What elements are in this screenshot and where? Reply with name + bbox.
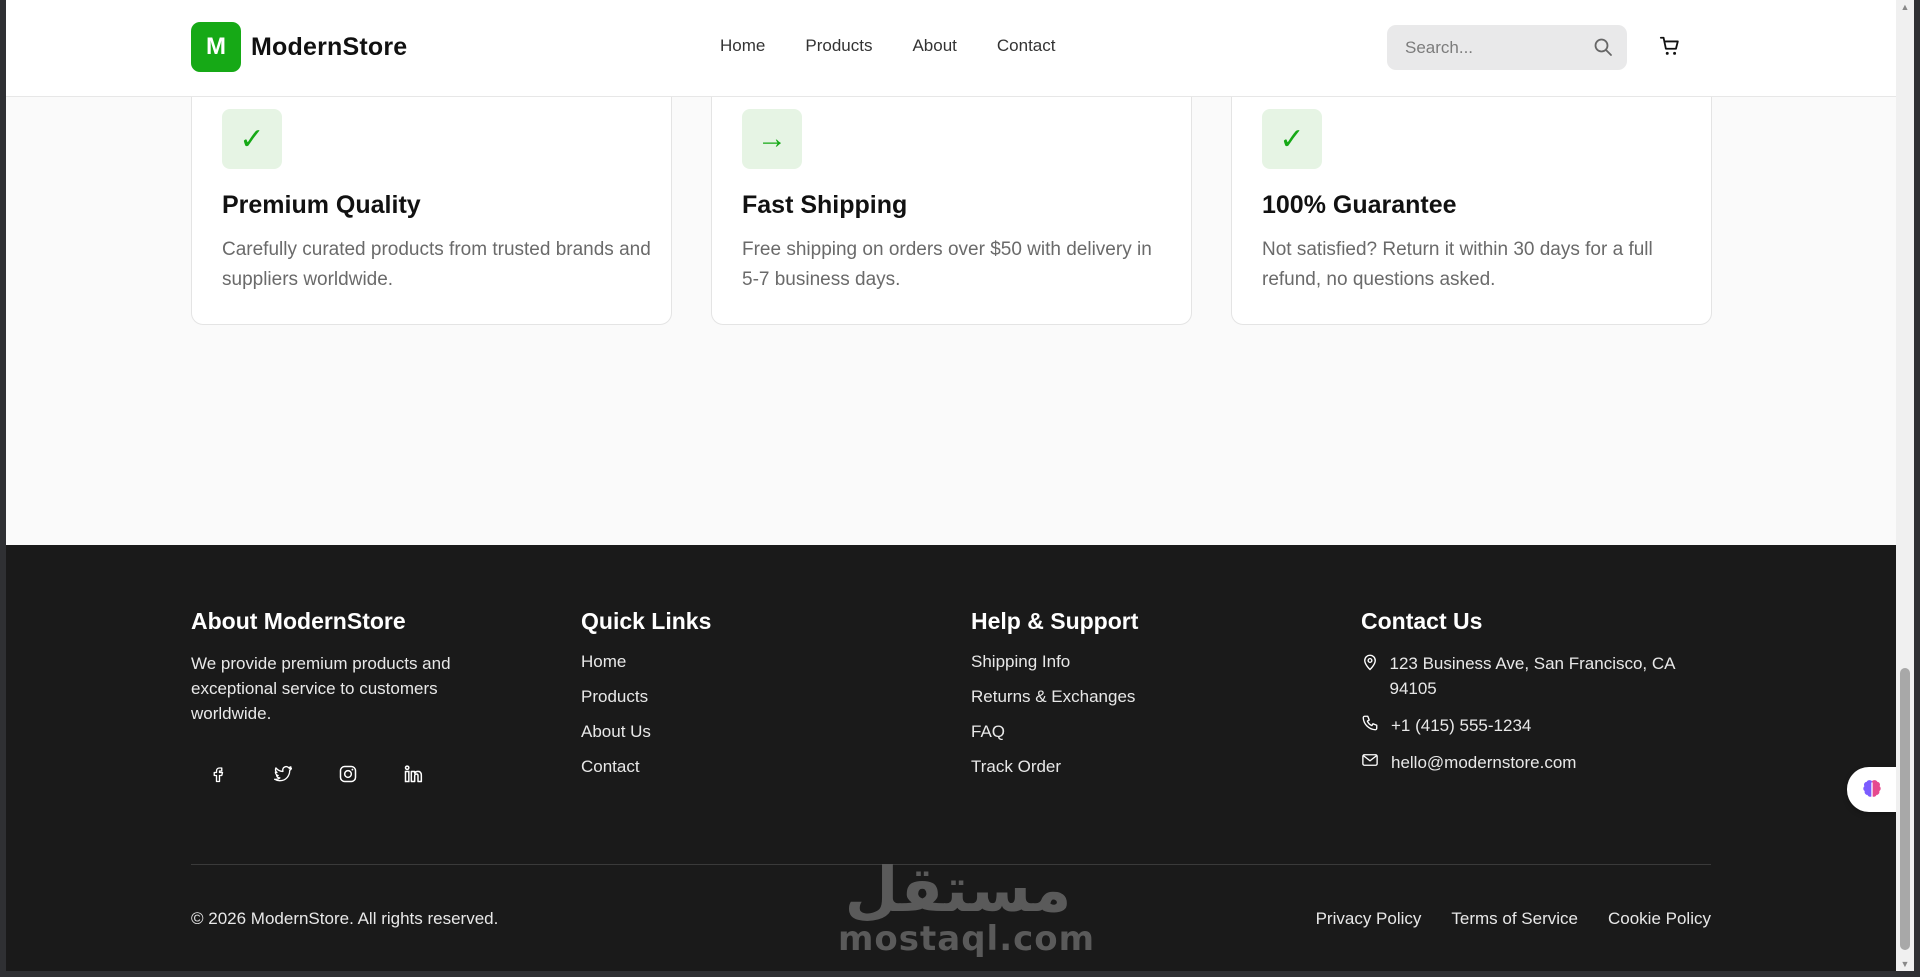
- watermark-latin: mostaql.com: [838, 919, 1096, 959]
- footer-link-faq[interactable]: FAQ: [971, 721, 1138, 742]
- copyright: © 2026 ModernStore. All rights reserved.: [191, 909, 499, 928]
- scrollbar-thumb[interactable]: [1900, 668, 1910, 950]
- cookie-policy-link[interactable]: Cookie Policy: [1608, 909, 1711, 929]
- help-title: Help & Support: [971, 608, 1139, 634]
- feature-description: Carefully curated products from trusted …: [222, 239, 651, 290]
- site-header: M ModernStore Home Products About Contac…: [6, 0, 1896, 97]
- social-links: [198, 754, 491, 794]
- twitter-icon[interactable]: [263, 754, 303, 794]
- watermark: مستقل mostaql.com: [838, 853, 1096, 959]
- mail-icon: [1361, 751, 1381, 774]
- footer-link-products[interactable]: Products: [581, 686, 711, 707]
- feature-title: Premium Quality: [222, 191, 421, 219]
- phone-text[interactable]: +1 (415) 555-1234: [1391, 713, 1531, 738]
- footer-about-text: We provide premium products and exceptio…: [191, 654, 451, 723]
- footer-about: About ModernStore We provide premium pro…: [191, 608, 491, 794]
- scroll-up-arrow-icon[interactable]: ▲: [1900, 2, 1910, 12]
- contact-address: 123 Business Ave, San Francisco, CA 9410…: [1361, 651, 1701, 701]
- phone-icon: [1361, 714, 1381, 737]
- vertical-scrollbar[interactable]: ▲ ▼: [1896, 0, 1914, 971]
- contact-email: hello@modernstore.com: [1361, 750, 1701, 775]
- watermark-arabic: مستقل: [844, 853, 1072, 926]
- brand-name: ModernStore: [251, 32, 408, 61]
- feature-description: Not satisfied? Return it within 30 days …: [1262, 239, 1653, 290]
- contact-title: Contact Us: [1361, 608, 1483, 634]
- brain-widget-icon[interactable]: [1847, 767, 1897, 812]
- arrow-right-icon: →: [742, 109, 802, 169]
- footer-contact: Contact Us 123 Business Ave, San Francis…: [1361, 608, 1701, 787]
- quick-links-title: Quick Links: [581, 608, 712, 634]
- legal-links: Privacy Policy Terms of Service Cookie P…: [1316, 909, 1711, 929]
- footer-link-shipping[interactable]: Shipping Info: [971, 651, 1138, 672]
- scroll-down-arrow-icon[interactable]: ▼: [1900, 959, 1910, 969]
- feature-card-shipping: → Fast Shipping Free shipping on orders …: [711, 60, 1192, 325]
- facebook-icon[interactable]: [198, 754, 238, 794]
- check-icon: ✓: [222, 109, 282, 169]
- footer-help: Help & Support Shipping Info Returns & E…: [971, 608, 1138, 791]
- footer-about-title: About ModernStore: [191, 608, 406, 634]
- footer-link-returns[interactable]: Returns & Exchanges: [971, 686, 1138, 707]
- footer-quick-links: Quick Links Home Products About Us Conta…: [581, 608, 711, 791]
- feature-card-guarantee: ✓ 100% Guarantee Not satisfied? Return i…: [1231, 60, 1712, 325]
- footer-link-contact[interactable]: Contact: [581, 756, 711, 777]
- check-icon: ✓: [1262, 109, 1322, 169]
- nav-products[interactable]: Products: [805, 36, 872, 56]
- footer-link-home[interactable]: Home: [581, 651, 711, 672]
- footer-link-about[interactable]: About Us: [581, 721, 711, 742]
- address-text: 123 Business Ave, San Francisco, CA 9410…: [1389, 654, 1675, 698]
- search-icon[interactable]: [1593, 37, 1613, 62]
- instagram-icon[interactable]: [328, 754, 368, 794]
- main-nav: Home Products About Contact: [720, 36, 1055, 56]
- search-box: [1387, 25, 1627, 70]
- nav-contact[interactable]: Contact: [997, 36, 1056, 56]
- search-input[interactable]: [1405, 37, 1575, 58]
- contact-phone: +1 (415) 555-1234: [1361, 713, 1701, 738]
- feature-title: Fast Shipping: [742, 191, 908, 219]
- footer-link-track-order[interactable]: Track Order: [971, 756, 1138, 777]
- privacy-policy-link[interactable]: Privacy Policy: [1316, 909, 1422, 929]
- nav-home[interactable]: Home: [720, 36, 765, 56]
- logo-mark: M: [191, 22, 241, 72]
- map-pin-icon: [1361, 652, 1379, 677]
- feature-title: 100% Guarantee: [1262, 191, 1457, 219]
- nav-about[interactable]: About: [912, 36, 956, 56]
- logo[interactable]: M ModernStore: [191, 22, 407, 72]
- cart-icon[interactable]: [1659, 35, 1681, 62]
- email-text[interactable]: hello@modernstore.com: [1391, 750, 1576, 775]
- linkedin-icon[interactable]: [393, 754, 433, 794]
- feature-card-quality: ✓ Premium Quality Carefully curated prod…: [191, 60, 672, 325]
- feature-description: Free shipping on orders over $50 with de…: [742, 239, 1152, 290]
- terms-of-service-link[interactable]: Terms of Service: [1451, 909, 1578, 929]
- page-viewport: M ModernStore Home Products About Contac…: [6, 0, 1896, 971]
